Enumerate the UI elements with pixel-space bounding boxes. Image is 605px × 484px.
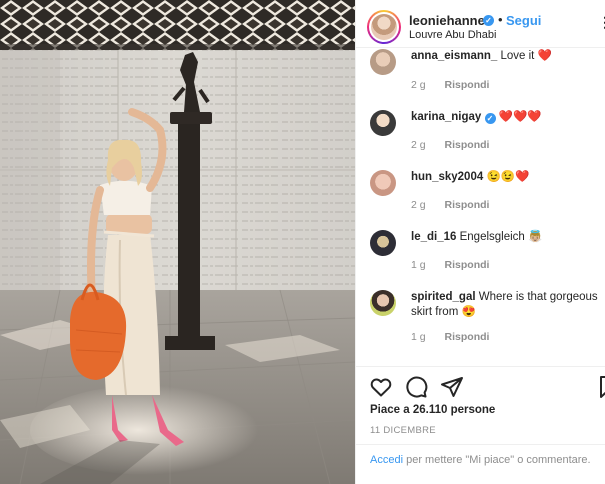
verified-badge-icon: ✓ (484, 113, 496, 124)
comment-text-row: le_di_16 Engelsgleich 👼🏼 (411, 230, 599, 245)
heart-icon[interactable] (369, 375, 393, 399)
likes-count[interactable]: Piace a 26.110 persone (370, 404, 495, 416)
comment-text: Love it ❤️ (500, 50, 552, 62)
comment-meta: 1 g Rispondi (411, 259, 489, 271)
comment-username[interactable]: anna_eismann_ (411, 50, 497, 62)
reply-button[interactable]: Rispondi (445, 259, 490, 271)
comment-meta: 2 g Rispondi (411, 79, 489, 91)
comment-time: 2 g (411, 79, 426, 91)
reply-button[interactable]: Rispondi (445, 139, 490, 151)
comment-time: 1 g (411, 259, 426, 271)
comment-avatar[interactable] (370, 170, 396, 196)
post-header: leoniehanne ✓ • Segui Louvre Abu Dhabi ⋮ (356, 0, 605, 48)
comment-text-row: spirited_gal Where is that gorgeous skir… (411, 290, 599, 320)
follow-button[interactable]: Segui (506, 13, 541, 28)
comment-username[interactable]: le_di_16 (411, 231, 456, 243)
more-options-icon[interactable]: ⋮ (598, 14, 605, 31)
post-photo[interactable] (0, 0, 355, 484)
login-prompt-text: per mettere "Mi piace" o commentare. (406, 454, 591, 466)
separator-dot: • (498, 12, 503, 27)
reply-button[interactable]: Rispondi (445, 199, 490, 211)
comment-time: 2 g (411, 139, 426, 151)
reply-button[interactable]: Rispondi (445, 79, 490, 91)
comment-text-row: hun_sky2004 😉😉❤️ (411, 170, 599, 185)
comment-text: Engelsgleich 👼🏼 (459, 231, 543, 243)
avatar[interactable] (367, 10, 401, 44)
comment-avatar[interactable] (370, 110, 396, 136)
comment-avatar[interactable] (370, 49, 396, 75)
comment-text-row: anna_eismann_ Love it ❤️ (411, 49, 599, 64)
post-details-panel: leoniehanne ✓ • Segui Louvre Abu Dhabi ⋮… (355, 0, 605, 484)
comment-time: 2 g (411, 199, 426, 211)
comment-text-row: karina_nigay ✓ ❤️❤️❤️ (411, 110, 599, 125)
reply-button[interactable]: Rispondi (445, 331, 490, 343)
login-prompt: Accedi per mettere "Mi piace" o commenta… (370, 453, 595, 468)
comment-username[interactable]: hun_sky2004 (411, 171, 483, 183)
share-icon[interactable] (440, 375, 464, 399)
post-photo-image (0, 0, 355, 484)
comment-meta: 2 g Rispondi (411, 199, 489, 211)
author-username[interactable]: leoniehanne (409, 13, 485, 28)
comments-list[interactable]: anna_eismann_ Love it ❤️ 2 g Rispondi ka… (356, 48, 605, 366)
comment-avatar[interactable] (370, 290, 396, 316)
comment-username[interactable]: karina_nigay (411, 111, 481, 123)
comment-text: 😉😉❤️ (486, 171, 530, 183)
avatar-image (371, 14, 397, 40)
post-actions: Piace a 26.110 persone 11 DICEMBRE (356, 366, 605, 444)
login-link[interactable]: Accedi (370, 454, 403, 466)
post-date: 11 DICEMBRE (370, 425, 436, 436)
comment-meta: 1 g Rispondi (411, 331, 489, 343)
post-location[interactable]: Louvre Abu Dhabi (409, 29, 496, 41)
bookmark-icon[interactable] (596, 375, 605, 399)
comment-icon[interactable] (404, 375, 428, 399)
comment-username[interactable]: spirited_gal (411, 291, 476, 303)
verified-badge-icon: ✓ (483, 15, 494, 26)
comment-time: 1 g (411, 331, 426, 343)
add-comment-section: Accedi per mettere "Mi piace" o commenta… (356, 444, 605, 484)
comment-avatar[interactable] (370, 230, 396, 256)
comment-text: ❤️❤️❤️ (498, 111, 542, 123)
comment-meta: 2 g Rispondi (411, 139, 489, 151)
